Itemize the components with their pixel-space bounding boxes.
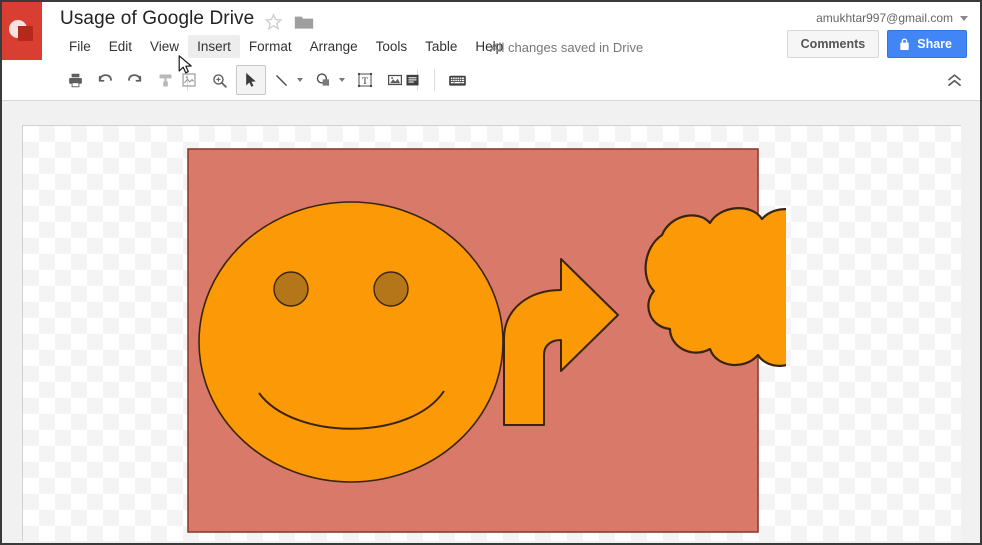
menu-item-edit[interactable]: Edit xyxy=(100,35,141,58)
menu-item-view[interactable]: View xyxy=(141,35,188,58)
account-email: amukhtar997@gmail.com xyxy=(816,11,953,25)
menu-item-arrange[interactable]: Arrange xyxy=(301,35,367,58)
slides-logo-icon xyxy=(9,18,35,44)
menu-item-file[interactable]: File xyxy=(60,35,100,58)
folder-icon[interactable] xyxy=(294,14,314,30)
toolbar-separator xyxy=(434,69,435,91)
keyboard-shortcuts-button[interactable] xyxy=(442,65,472,95)
save-status-text: All changes saved in Drive xyxy=(490,40,643,55)
zoom-in-icon-button[interactable] xyxy=(204,65,234,95)
header-button-group: Comments Share xyxy=(787,30,967,58)
smiley-face-ellipse xyxy=(199,202,503,482)
toolbar: T xyxy=(2,60,980,101)
workspace xyxy=(2,101,980,543)
collapse-toolbar-button[interactable] xyxy=(940,66,968,94)
share-button[interactable]: Share xyxy=(887,30,967,58)
document-title[interactable]: Usage of Google Drive xyxy=(60,8,254,30)
account-menu[interactable]: amukhtar997@gmail.com xyxy=(816,11,968,25)
menu-item-insert[interactable]: Insert xyxy=(188,35,240,58)
menu-bar: File Edit View Insert Format Arrange Too… xyxy=(60,35,512,58)
comments-button[interactable]: Comments xyxy=(787,30,880,58)
print-button[interactable] xyxy=(60,65,90,95)
text-box-tool-button[interactable]: T xyxy=(350,65,380,95)
chevron-down-icon xyxy=(960,16,968,21)
menu-item-format[interactable]: Format xyxy=(240,35,301,58)
shape-options-chevron-down-icon[interactable] xyxy=(339,78,345,82)
undo-button[interactable] xyxy=(90,65,120,95)
select-tool-button[interactable] xyxy=(236,65,266,95)
smiley-left-eye xyxy=(274,272,308,306)
star-outline-icon[interactable] xyxy=(265,13,282,30)
share-label: Share xyxy=(917,37,952,51)
shape-tool-button[interactable] xyxy=(308,65,338,95)
title-icon-group xyxy=(265,13,314,30)
line-tool-button[interactable] xyxy=(266,65,296,95)
redo-button[interactable] xyxy=(120,65,150,95)
app-header: Usage of Google Drive File Edit View Ins… xyxy=(2,2,980,61)
google-drawings-window: Usage of Google Drive File Edit View Ins… xyxy=(0,0,982,545)
svg-text:T: T xyxy=(362,76,368,87)
background-image-icon-button[interactable] xyxy=(174,65,204,95)
smiley-right-eye xyxy=(374,272,408,306)
line-options-chevron-down-icon[interactable] xyxy=(297,78,303,82)
toolbar-group-extras xyxy=(397,60,472,100)
lock-icon xyxy=(899,38,910,51)
speaker-notes-button[interactable] xyxy=(397,65,427,95)
smiley-cloud-drawing[interactable] xyxy=(186,147,786,541)
app-logo[interactable] xyxy=(2,2,42,60)
drawing-canvas[interactable] xyxy=(22,125,961,541)
menu-item-table[interactable]: Table xyxy=(416,35,466,58)
menu-item-tools[interactable]: Tools xyxy=(367,35,417,58)
